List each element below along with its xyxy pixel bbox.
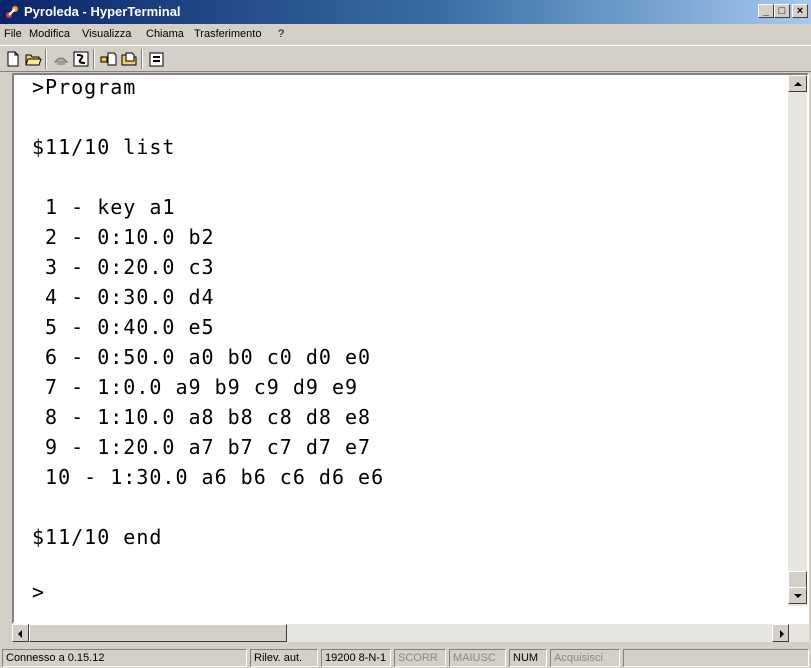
hyperterminal-app-icon[interactable]: [4, 4, 20, 20]
maximize-button[interactable]: □: [774, 4, 790, 18]
menu-file[interactable]: File: [4, 27, 22, 41]
receive-file-icon[interactable]: [120, 50, 138, 68]
terminal-line: 10 - 1:30.0 a6 b6 c6 d6 e6: [32, 465, 385, 489]
terminal-line: 7 - 1:0.0 a9 b9 c9 d9 e9: [32, 375, 359, 399]
status-bar: Connesso a 0.15.12 Rilev. aut. 19200 8-N…: [0, 646, 811, 668]
arrow-up-icon: [794, 82, 802, 86]
scroll-down-button[interactable]: [788, 587, 807, 604]
horizontal-scrollbar[interactable]: [12, 624, 809, 642]
scroll-right-button[interactable]: [772, 624, 789, 642]
terminal-line: 3 - 0:20.0 c3: [32, 255, 215, 279]
arrow-right-icon: [780, 630, 784, 638]
menu-modifica[interactable]: Modifica: [29, 27, 70, 41]
send-file-icon[interactable]: [100, 50, 118, 68]
terminal-line: $11/10 end: [32, 525, 163, 549]
status-connection: Connesso a 0.15.12: [2, 649, 247, 667]
scroll-up-button[interactable]: [788, 75, 807, 92]
menu-trasferimento[interactable]: Trasferimento: [194, 27, 261, 41]
menu-bar: File Modifica Visualizza Chiama Trasferi…: [0, 24, 811, 44]
arrow-down-icon: [794, 594, 802, 598]
arrow-left-icon: [18, 630, 22, 638]
disconnect-icon[interactable]: [72, 50, 90, 68]
status-settings: 19200 8-N-1: [321, 649, 391, 667]
terminal-line: 4 - 0:30.0 d4: [32, 285, 215, 309]
terminal-line: 9 - 1:20.0 a7 b7 c7 d7 e7: [32, 435, 372, 459]
terminal-line: 1 - key a1: [32, 195, 176, 219]
terminal-line: 2 - 0:10.0 b2: [32, 225, 215, 249]
menu-chiama[interactable]: Chiama: [146, 27, 184, 41]
terminal-line: >Program: [32, 75, 137, 99]
scroll-left-button[interactable]: [12, 624, 29, 642]
status-empty: [623, 649, 809, 667]
status-capture: Acquisisci: [550, 649, 620, 667]
terminal-line: $11/10 list: [32, 135, 176, 159]
close-button[interactable]: ×: [792, 4, 808, 18]
open-folder-icon[interactable]: [24, 50, 42, 68]
horizontal-scroll-thumb[interactable]: [29, 624, 287, 642]
new-file-icon[interactable]: [4, 50, 22, 68]
terminal-screen[interactable]: >Program $11/10 list 1 - key a1 2 - 0:10…: [14, 75, 788, 604]
title-bar: Pyroleda - HyperTerminal _ □ ×: [0, 0, 811, 24]
terminal-line: 6 - 0:50.0 a0 b0 c0 d0 e0: [32, 345, 372, 369]
connect-phone-icon[interactable]: [52, 50, 70, 68]
minimize-button[interactable]: _: [758, 4, 774, 18]
menu-help[interactable]: ?: [278, 27, 284, 41]
toolbar-separator: [93, 49, 95, 69]
scroll-thumb[interactable]: [788, 571, 807, 588]
status-scroll: SCORR: [394, 649, 446, 667]
status-caps: MAIUSC: [449, 649, 506, 667]
terminal-line: 8 - 1:10.0 a8 b8 c8 d8 e8: [32, 405, 372, 429]
status-num: NUM: [509, 649, 547, 667]
terminal-frame: >Program $11/10 list 1 - key a1 2 - 0:10…: [12, 73, 809, 624]
window-title: Pyroleda - HyperTerminal: [24, 4, 181, 19]
status-detect: Rilev. aut.: [250, 649, 318, 667]
vertical-scrollbar[interactable]: [788, 75, 807, 606]
toolbar: [0, 45, 811, 72]
terminal-line: 5 - 0:40.0 e5: [32, 315, 215, 339]
toolbar-separator: [141, 49, 143, 69]
toolbar-separator: [45, 49, 47, 69]
terminal-prompt-line: >: [32, 580, 46, 604]
properties-icon[interactable]: [148, 50, 166, 68]
menu-visualizza[interactable]: Visualizza: [82, 27, 131, 41]
